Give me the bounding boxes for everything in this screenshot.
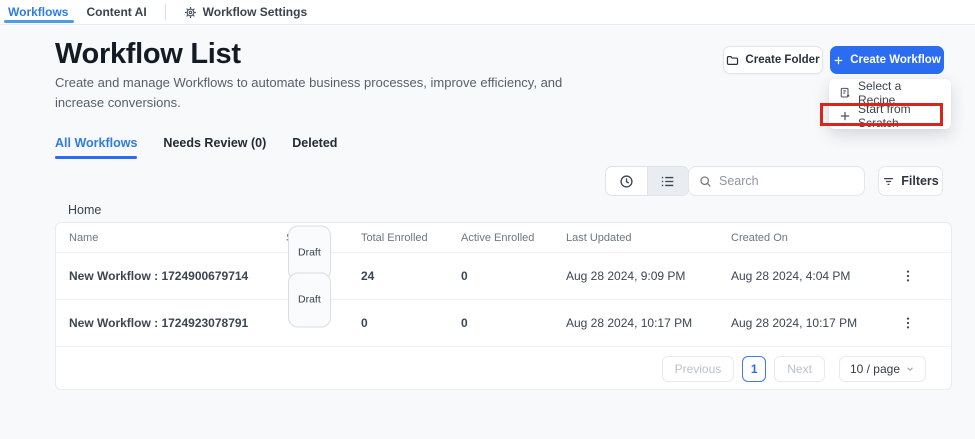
row-actions-button[interactable]: [898, 266, 918, 286]
folder-icon: [726, 54, 739, 67]
nav-divider: [165, 4, 166, 20]
previous-page-button[interactable]: Previous: [662, 356, 735, 382]
nav-item-label: Workflow Settings: [203, 5, 307, 19]
filter-icon: [882, 175, 895, 188]
search-icon: [699, 175, 712, 188]
workflow-name-link[interactable]: New Workflow : 1724923078791: [69, 300, 248, 347]
workflow-table: Name Status Total Enrolled Active Enroll…: [55, 222, 952, 390]
clock-icon: [619, 174, 634, 189]
tab-needs-review[interactable]: Needs Review (0): [163, 136, 266, 159]
column-header-name: Name: [69, 223, 98, 253]
next-page-button[interactable]: Next: [774, 356, 825, 382]
list-icon: [660, 174, 675, 189]
menu-item-label: Start from Scratch: [858, 102, 941, 130]
create-folder-button[interactable]: Create Folder: [723, 46, 823, 74]
nav-item-workflows[interactable]: Workflows: [8, 0, 68, 25]
table-row: New Workflow : 1724923078791 Draft 0 0 A…: [56, 300, 951, 347]
list-view-button[interactable]: [648, 167, 689, 195]
plus-icon: [833, 55, 844, 66]
top-navigation: Workflows Content AI Workflow Settings: [0, 0, 975, 25]
filters-label: Filters: [901, 174, 939, 188]
filters-button[interactable]: Filters: [878, 166, 943, 196]
create-workflow-menu: Select a Recipe Start from Scratch: [829, 79, 951, 129]
active-enrolled-link[interactable]: 0: [461, 253, 468, 300]
create-workflow-button[interactable]: Create Workflow: [830, 46, 944, 74]
gear-icon: [184, 6, 197, 19]
menu-item-start-from-scratch[interactable]: Start from Scratch: [829, 104, 951, 127]
created-on-value: Aug 28 2024, 4:04 PM: [731, 253, 850, 300]
page-title: Workflow List: [55, 38, 241, 71]
page-description: Create and manage Workflows to automate …: [55, 73, 595, 113]
chevron-down-icon: [905, 364, 915, 374]
created-on-value: Aug 28 2024, 10:17 PM: [731, 300, 857, 347]
column-header-last-updated: Last Updated: [566, 223, 631, 253]
status-badge-wrap: Draft: [288, 273, 331, 328]
search-input[interactable]: [719, 174, 854, 188]
page-number-button[interactable]: 1: [742, 356, 766, 382]
table-row: New Workflow : 1724900679714 Draft 24 0 …: [56, 253, 951, 300]
workflow-tabs: All Workflows Needs Review (0) Deleted: [55, 136, 337, 159]
plus-icon: [839, 110, 851, 122]
column-header-active-enrolled: Active Enrolled: [461, 223, 534, 253]
breadcrumb[interactable]: Home: [68, 203, 101, 217]
kebab-icon: [901, 269, 915, 283]
tab-all-workflows[interactable]: All Workflows: [55, 136, 137, 159]
last-updated-value: Aug 28 2024, 9:09 PM: [566, 253, 685, 300]
last-updated-value: Aug 28 2024, 10:17 PM: [566, 300, 692, 347]
create-workflow-label: Create Workflow: [850, 54, 941, 66]
recent-view-button[interactable]: [606, 167, 648, 195]
table-header-row: Name Status Total Enrolled Active Enroll…: [56, 223, 951, 253]
total-enrolled-link[interactable]: 0: [361, 300, 368, 347]
kebab-icon: [901, 316, 915, 330]
total-enrolled-link[interactable]: 24: [361, 253, 374, 300]
active-enrolled-link[interactable]: 0: [461, 300, 468, 347]
workflow-name-link[interactable]: New Workflow : 1724900679714: [69, 253, 248, 300]
row-actions-button[interactable]: [898, 313, 918, 333]
create-folder-label: Create Folder: [745, 54, 819, 66]
page-size-select[interactable]: 10 / page: [839, 356, 926, 382]
status-badge: Draft: [288, 273, 331, 328]
search-box: [688, 166, 865, 196]
column-header-total-enrolled: Total Enrolled: [361, 223, 428, 253]
pagination: Previous 1 Next 10 / page: [56, 347, 951, 390]
nav-item-content-ai[interactable]: Content AI: [86, 0, 146, 25]
view-toggle-group: [605, 166, 689, 196]
column-header-created-on: Created On: [731, 223, 788, 253]
tab-deleted[interactable]: Deleted: [292, 136, 337, 159]
page-size-label: 10 / page: [850, 362, 900, 376]
nav-item-workflow-settings[interactable]: Workflow Settings: [184, 5, 307, 19]
recipe-icon: [839, 87, 851, 99]
